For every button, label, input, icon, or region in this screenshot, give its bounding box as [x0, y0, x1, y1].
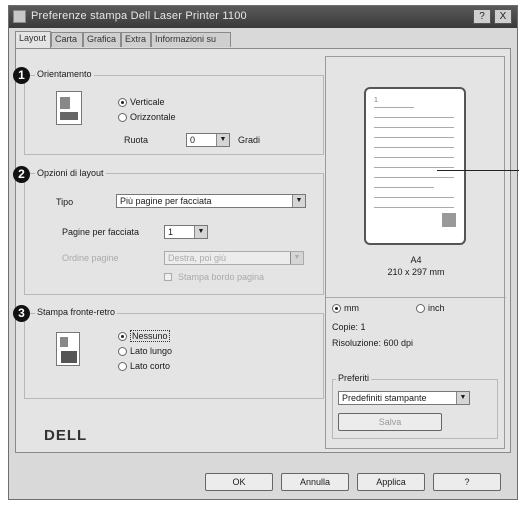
portrait-label: Verticale — [130, 97, 165, 107]
orientation-title: Orientamento — [35, 69, 94, 79]
tab-layout[interactable]: Layout — [15, 31, 51, 48]
preview-panel: 1 A4 210 x 297 mm mm inch Copie: 1 Risol… — [325, 56, 506, 449]
pages-per-side-select[interactable]: 1 ▼ — [164, 225, 208, 239]
duplex-page-icon — [56, 332, 80, 366]
unit-inch-label: inch — [428, 303, 445, 313]
layout-type-select[interactable]: Più pagine per facciata ▼ — [116, 194, 306, 208]
chevron-down-icon: ▼ — [456, 392, 469, 404]
dell-logo: DELL — [44, 427, 88, 444]
section-number-2: 2 — [13, 166, 30, 183]
favorites-value: Predefiniti stampante — [342, 393, 427, 403]
favorites-title: Preferiti — [336, 373, 372, 383]
section-number-3: 3 — [13, 305, 30, 322]
rotate-unit: Gradi — [238, 135, 261, 145]
preview-image-block — [442, 213, 456, 227]
ok-button[interactable]: OK — [205, 473, 273, 491]
layout-type-value: Più pagine per facciata — [120, 196, 212, 206]
section-number-1: 1 — [13, 67, 30, 84]
close-button[interactable]: X — [494, 9, 512, 24]
cancel-button[interactable]: Annulla — [281, 473, 349, 491]
favorites-save-button[interactable]: Salva — [338, 413, 442, 431]
rotate-label: Ruota — [124, 135, 149, 145]
duplex-long-edge-radio[interactable] — [118, 347, 127, 356]
unit-mm-label: mm — [344, 303, 359, 313]
window-title: Preferenze stampa Dell Laser Printer 110… — [31, 10, 247, 22]
print-preferences-dialog: Preferenze stampa Dell Laser Printer 110… — [8, 5, 519, 500]
help-button[interactable]: ? — [433, 473, 501, 491]
duplex-title: Stampa fronte-retro — [35, 307, 118, 317]
page-number-mark: 1 — [374, 97, 378, 104]
chevron-down-icon: ▼ — [292, 195, 305, 207]
unit-mm-radio[interactable] — [332, 304, 341, 313]
page-order-value: Destra, poi giù — [168, 253, 227, 263]
tab-about[interactable]: Informazioni su — [151, 32, 231, 47]
duplex-short-edge-radio[interactable] — [118, 362, 127, 371]
paper-dims-label: 210 x 297 mm — [387, 267, 445, 277]
copies-label: Copie: 1 — [332, 322, 366, 332]
resolution-label: Risoluzione: 600 dpi — [332, 338, 414, 348]
preview-divider — [326, 297, 506, 298]
printer-icon — [13, 10, 26, 23]
chevron-down-icon: ▼ — [194, 226, 207, 238]
landscape-label: Orizzontale — [130, 112, 176, 122]
tab-paper[interactable]: Carta — [51, 32, 83, 47]
tab-graphics[interactable]: Grafica — [83, 32, 121, 47]
paper-size-label: A4 — [410, 255, 422, 265]
title-bar: Preferenze stampa Dell Laser Printer 110… — [9, 6, 517, 28]
duplex-short-edge-label: Lato corto — [130, 361, 171, 371]
pages-per-side-value: 1 — [168, 227, 174, 237]
page-border-label: Stampa bordo pagina — [178, 272, 265, 282]
apply-button[interactable]: Applica — [357, 473, 425, 491]
landscape-radio[interactable] — [118, 113, 127, 122]
duplex-none-radio[interactable] — [118, 332, 127, 341]
rotate-value: 0 — [190, 135, 196, 145]
tab-extra[interactable]: Extra — [121, 32, 151, 47]
paper-preview: 1 — [364, 87, 466, 245]
page-border-checkbox[interactable] — [164, 273, 172, 281]
chevron-down-icon: ▼ — [216, 134, 229, 146]
type-label: Tipo — [56, 197, 74, 207]
duplex-none-label: Nessuno — [130, 330, 170, 342]
callout-line — [437, 170, 519, 171]
favorites-select[interactable]: Predefiniti stampante ▼ — [338, 391, 470, 405]
rotate-select[interactable]: 0 ▼ — [186, 133, 230, 147]
pages-per-side-label: Pagine per facciata — [62, 227, 140, 237]
duplex-long-edge-label: Lato lungo — [130, 346, 173, 356]
chevron-down-icon: ▼ — [290, 252, 303, 264]
unit-inch-radio[interactable] — [416, 304, 425, 313]
portrait-page-icon — [56, 91, 82, 125]
page-order-select[interactable]: Destra, poi giù ▼ — [164, 251, 304, 265]
help-title-button[interactable]: ? — [473, 9, 491, 24]
layout-options-title: Opzioni di layout — [35, 168, 106, 178]
portrait-radio[interactable] — [118, 98, 127, 107]
page-order-label: Ordine pagine — [62, 253, 119, 263]
